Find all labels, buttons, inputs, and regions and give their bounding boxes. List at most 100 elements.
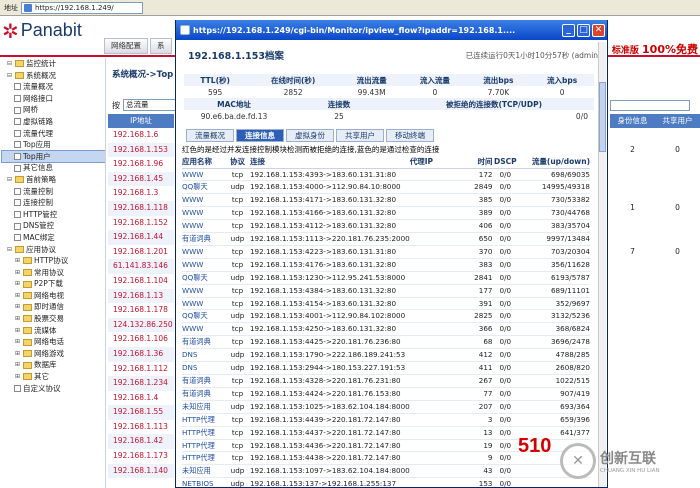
expand-toggle-icon[interactable]: ⊞ xyxy=(14,371,21,383)
ip-row[interactable]: 192.168.1.36 xyxy=(108,346,174,362)
ip-row[interactable]: 192.168.1.153 xyxy=(108,142,174,158)
tree-item-label: 应用协议 xyxy=(26,244,56,254)
summary-value-cell: 7.70K xyxy=(487,87,510,97)
tree-item[interactable]: 其它信息 xyxy=(2,162,105,174)
expand-toggle-icon[interactable]: ⊞ xyxy=(14,267,21,279)
close-icon[interactable]: ✕ xyxy=(592,23,605,37)
tree-item[interactable]: 虚拟链路 xyxy=(2,116,105,128)
connection-cell xyxy=(409,297,466,311)
ip-row[interactable]: 192.168.1.113 xyxy=(108,420,174,435)
tree-item[interactable]: ⊟ 应用协议 xyxy=(2,244,105,256)
popup-tab[interactable]: 移动终端 xyxy=(386,129,434,142)
expand-toggle-icon[interactable]: ⊟ xyxy=(6,244,13,256)
expand-toggle-icon[interactable]: ⊞ xyxy=(14,348,21,360)
tree-item[interactable]: ⊞ 网络电话 xyxy=(2,336,105,348)
connection-cell: DNS xyxy=(182,361,226,375)
expand-toggle-icon[interactable]: ⊞ xyxy=(14,290,21,302)
expand-toggle-icon[interactable]: ⊟ xyxy=(6,70,13,82)
tree-item[interactable]: ⊞ P2P下载 xyxy=(2,278,105,290)
connection-cell: QQ聊天 xyxy=(182,271,226,285)
ip-row[interactable]: 61.141.83.146 xyxy=(108,259,174,274)
page-icon xyxy=(14,118,21,126)
ip-row[interactable]: 192.168.1.13 xyxy=(108,288,174,304)
ip-row[interactable]: 192.168.1.96 xyxy=(108,157,174,172)
tree-item[interactable]: ⊞ 数据库 xyxy=(2,359,105,371)
popup-titlebar[interactable]: https://192.168.1.249/cgi-bin/Monitor/ip… xyxy=(176,20,607,40)
watermark-subtext: CHUANG XIN HU LIAN xyxy=(600,468,660,474)
popup-tab[interactable]: 流量概况 xyxy=(186,129,234,142)
expand-toggle-icon[interactable]: ⊟ xyxy=(6,58,13,70)
ip-row[interactable]: 192.168.1.234 xyxy=(108,376,174,391)
tree-item[interactable]: ⊞ HTTP协议 xyxy=(2,255,105,267)
ip-row[interactable]: 192.168.1.3 xyxy=(108,186,174,201)
tree-item[interactable]: ⊟ 监控统计 xyxy=(2,58,105,70)
expand-toggle-icon[interactable]: ⊞ xyxy=(14,336,21,348)
ip-row[interactable]: 192.168.1.118 xyxy=(108,200,174,216)
ip-row[interactable]: 192.168.1.112 xyxy=(108,362,174,377)
tree-item[interactable]: 流量概况 xyxy=(2,81,105,93)
expand-toggle-icon[interactable]: ⊞ xyxy=(14,359,21,371)
ip-row[interactable]: 192.168.1.45 xyxy=(108,171,174,187)
tree-item[interactable]: 自定义协议 xyxy=(2,383,105,395)
ip-row[interactable]: 192.168.1.42 xyxy=(108,434,174,450)
nav-network-config[interactable]: 网络配置 xyxy=(104,38,148,54)
tree-item[interactable]: ⊞ 即时通信 xyxy=(2,301,105,313)
expand-toggle-icon[interactable]: ⊞ xyxy=(14,325,21,337)
expand-toggle-icon[interactable]: ⊞ xyxy=(14,313,21,325)
page-icon xyxy=(14,187,21,195)
folder-icon xyxy=(15,71,24,79)
ip-row[interactable]: 192.168.1.4 xyxy=(108,391,174,406)
tree-item[interactable]: MAC绑定 xyxy=(2,232,105,244)
ip-row[interactable]: 192.168.1.178 xyxy=(108,303,174,318)
ip-row[interactable]: 124.132.86.250 xyxy=(108,317,174,333)
minimize-icon[interactable]: _ xyxy=(562,23,575,37)
maximize-icon[interactable]: □ xyxy=(577,23,590,37)
tree-item[interactable]: Top用户 xyxy=(1,149,105,164)
tree-item[interactable]: HTTP管控 xyxy=(2,209,105,221)
url-input[interactable]: https://192.168.1.249/ xyxy=(21,1,143,14)
ip-row[interactable]: 192.168.1.44 xyxy=(108,230,174,245)
tree-item[interactable]: ⊞ 股票交易 xyxy=(2,313,105,325)
ip-row[interactable]: 192.168.1.104 xyxy=(108,274,174,289)
tree-item[interactable]: ⊟ 首前策略 xyxy=(2,174,105,186)
connection-cell: 368/6824 xyxy=(518,322,590,337)
sort-select[interactable]: 总流量 xyxy=(123,99,179,111)
tree-item[interactable]: ⊞ 网络电视 xyxy=(2,290,105,302)
popup-tab[interactable]: 虚拟身份 xyxy=(286,129,334,142)
right-search-input[interactable] xyxy=(610,100,690,111)
tree-item[interactable]: ⊞ 网络游戏 xyxy=(2,348,105,360)
ip-row[interactable]: 192.168.1.173 xyxy=(108,449,174,464)
connection-cell: 192.168.1.153:4437->220.181.72.147:80 xyxy=(249,426,410,440)
popup-scrollbar[interactable] xyxy=(598,42,606,487)
ip-row[interactable]: 192.168.1.106 xyxy=(108,332,174,347)
expand-toggle-icon[interactable]: ⊟ xyxy=(6,174,13,186)
popup-tab[interactable]: 共享用户 xyxy=(336,129,384,142)
expand-toggle-icon[interactable]: ⊞ xyxy=(14,278,21,290)
ip-row[interactable]: 192.168.1.152 xyxy=(108,216,174,231)
tree-item[interactable]: DNS管控 xyxy=(2,220,105,232)
ip-row[interactable]: 192.168.1.140 xyxy=(108,463,174,479)
tree-item[interactable]: 网桥 xyxy=(2,104,105,116)
connection-cell: 有道词典 xyxy=(182,335,226,350)
connection-column-header: 代理IP xyxy=(409,156,466,169)
tree-item[interactable]: ⊟ 系统概况 xyxy=(2,70,105,82)
expand-toggle-icon[interactable]: ⊞ xyxy=(14,255,21,267)
tree-item[interactable]: ⊞ 流媒体 xyxy=(2,325,105,337)
ip-row[interactable]: 192.168.1.55 xyxy=(108,405,174,420)
tree-item[interactable]: ⊞ 常用协议 xyxy=(2,267,105,279)
popup-tab[interactable]: 连接信息 xyxy=(236,129,284,142)
connection-row: 有道词典 tcp 192.168.1.153:4328->220.181.76.23… xyxy=(182,374,590,388)
scrollbar-thumb[interactable] xyxy=(599,82,606,152)
identity-cell xyxy=(613,303,653,318)
tree-item[interactable]: ⊞ 其它 xyxy=(2,371,105,383)
expand-toggle-icon[interactable]: ⊞ xyxy=(14,301,21,313)
nav-system[interactable]: 系 xyxy=(150,38,172,54)
app-logo: ✲ Panabit xyxy=(2,20,82,41)
tree-item[interactable]: 流量控制 xyxy=(2,186,105,198)
tree-item[interactable]: 流量代理 xyxy=(2,128,105,140)
ip-row[interactable]: 192.168.1.6 xyxy=(108,128,174,143)
tree-item[interactable]: Top应用 xyxy=(2,139,105,151)
ip-row[interactable]: 192.168.1.201 xyxy=(108,245,174,260)
tree-item[interactable]: 网络接口 xyxy=(2,93,105,105)
tree-item[interactable]: 连接控制 xyxy=(2,197,105,209)
